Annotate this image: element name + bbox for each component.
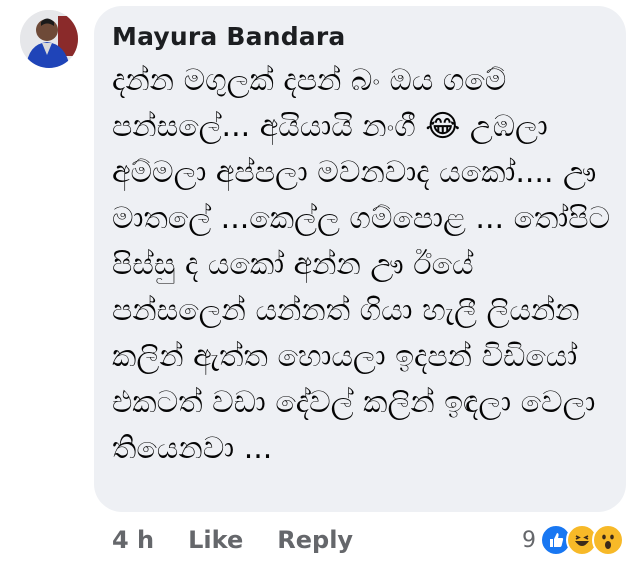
wow-reaction-icon xyxy=(592,524,624,556)
comment-bubble: Mayura Bandara දන්න මගුලක් දපන් බං ඔය ගම… xyxy=(94,6,626,512)
comment-actions: 4 h Like Reply xyxy=(112,520,387,560)
timestamp[interactable]: 4 h xyxy=(112,526,154,554)
author-name[interactable]: Mayura Bandara xyxy=(112,22,612,52)
reactions-summary[interactable]: 9 xyxy=(522,522,624,558)
reply-button[interactable]: Reply xyxy=(277,526,353,554)
avatar[interactable] xyxy=(20,10,78,68)
profile-photo-icon xyxy=(20,10,78,68)
like-button[interactable]: Like xyxy=(188,526,243,554)
comment-text: දන්න මගුලක් දපන් බං ඔය ගමේ පන්සලේ... අයි… xyxy=(112,63,620,466)
reaction-count: 9 xyxy=(522,527,536,553)
comment: Mayura Bandara දන්න මගුලක් දපන් බං ඔය ගම… xyxy=(0,0,640,569)
